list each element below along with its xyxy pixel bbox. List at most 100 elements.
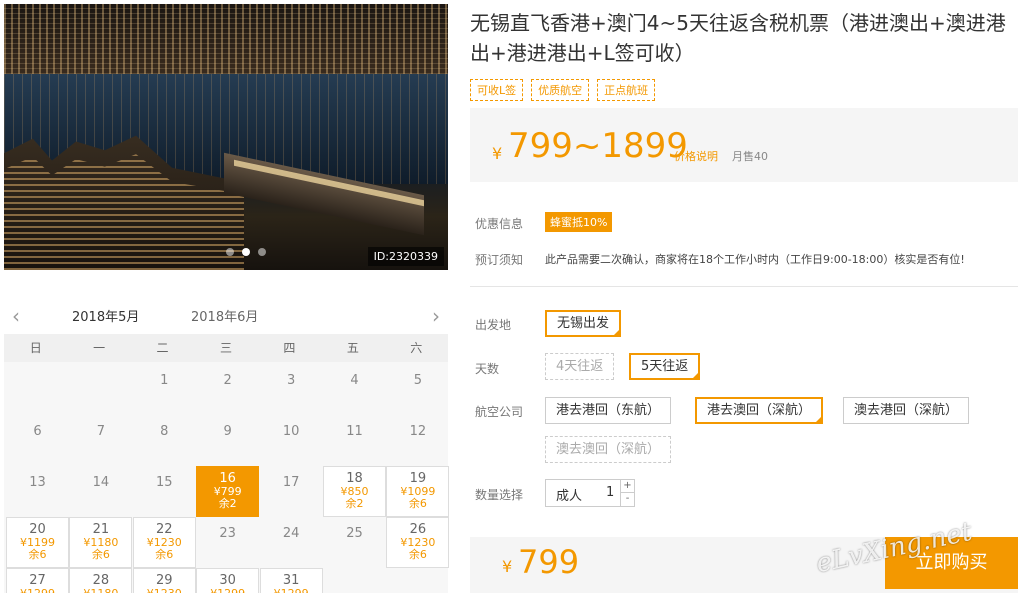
gallery-dot[interactable] — [258, 248, 266, 256]
monthly-sales: 月售40 — [732, 150, 768, 163]
product-photo[interactable]: ID:2320339 — [4, 4, 448, 270]
calendar-day-27[interactable]: 27¥1299 — [6, 568, 69, 593]
chevron-right-icon[interactable]: › — [432, 304, 440, 328]
calendar-day-2: 2 — [196, 364, 259, 415]
calendar-day-3: 3 — [260, 364, 323, 415]
calendar-day-21[interactable]: 21 ¥1180 余6 — [69, 517, 133, 568]
calendar-day-5: 5 — [386, 364, 449, 415]
calendar-day-10: 10 — [260, 415, 323, 466]
day-number: 11 — [346, 424, 363, 439]
price-explain-link[interactable]: 价格说明 — [674, 148, 718, 164]
day-remaining: 余2 — [345, 497, 364, 510]
tab-month-june[interactable]: 2018年6月 — [191, 306, 258, 325]
departure-option-wuxi[interactable]: 无锡出发 — [545, 310, 622, 337]
checkout-currency: ¥ — [502, 557, 513, 576]
calendar-day-24: 24 — [260, 517, 323, 568]
day-number: 25 — [346, 526, 363, 541]
currency-symbol: ¥ — [492, 144, 503, 163]
day-remaining: 余6 — [408, 497, 427, 510]
calendar-day-11: 11 — [323, 415, 386, 466]
day-number: 21 — [92, 522, 110, 537]
calendar-weekday-header: 日 一 二 三 四 五 六 — [4, 334, 448, 362]
calendar-grid: 1 2 3 4 5 6 7 8 9 10 11 12 13 14 15 16 ¥799 余2 17 18 ¥850 余2 1… — [4, 362, 450, 593]
calendar-day-25: 25 — [323, 517, 386, 568]
plus-icon[interactable]: + — [620, 480, 634, 493]
product-page: ID:2320339 ‹ 2018年5月 2018年6月 › 日 一 二 三 四… — [0, 0, 1023, 593]
chevron-left-icon[interactable]: ‹ — [12, 304, 20, 328]
days-option-5[interactable]: 5天往返 — [629, 353, 701, 380]
weekday-thu: 四 — [283, 341, 296, 355]
product-tags: 可收L签 优质航空 正点航班 — [470, 79, 656, 101]
calendar-day-9: 9 — [196, 415, 259, 466]
gallery-dot-active[interactable] — [242, 248, 250, 256]
day-number: 22 — [156, 522, 173, 537]
calendar-day-16[interactable]: 16 ¥799 余2 — [196, 466, 260, 517]
qty-value[interactable]: 1 — [606, 485, 614, 500]
promo-label: 优惠信息 — [475, 217, 524, 231]
day-number: 27 — [29, 573, 46, 588]
notice-text: 此产品需要二次确认，商家将在18个工作小时内（工作日9:00-18:00）核实是… — [545, 253, 965, 266]
quantity-stepper[interactable]: 成人 1 + - — [545, 479, 635, 507]
calendar-day-18[interactable]: 18 ¥850 余2 — [323, 466, 386, 517]
airline-option-mo-mo[interactable]: 澳去澳回（深航） — [545, 436, 672, 463]
day-number: 18 — [346, 471, 363, 486]
day-number: 5 — [413, 373, 423, 388]
qty-type: 成人 — [556, 489, 583, 504]
tag-l-visa: 可收L签 — [470, 79, 524, 101]
day-remaining: 余6 — [28, 548, 47, 561]
day-price: ¥1299 — [7, 588, 68, 593]
tag-on-time: 正点航班 — [597, 79, 656, 101]
day-number: 14 — [92, 475, 110, 490]
calendar-day-14: 14 — [69, 466, 132, 517]
airline-option-hk-mo[interactable]: 港去澳回（深航） — [695, 397, 824, 424]
calendar-day-20[interactable]: 20 ¥1199 余6 — [6, 517, 69, 568]
day-price: ¥1230 — [134, 588, 195, 593]
image-id-badge: ID:2320339 — [367, 247, 444, 266]
airline-option-hk-hk[interactable]: 港去港回（东航） — [545, 397, 672, 424]
product-title: 无锡直飞香港+澳门4~5天往返含税机票（港进澳出+澳进港出+港进港出+L签可收） — [470, 11, 1006, 65]
days-label: 天数 — [475, 362, 500, 376]
day-number: 13 — [29, 475, 46, 490]
day-remaining: 余6 — [155, 548, 174, 561]
day-number: 24 — [282, 526, 300, 541]
days-option-4[interactable]: 4天往返 — [545, 353, 615, 380]
day-number: 15 — [156, 475, 173, 490]
calendar-day-30[interactable]: 30¥1299 — [196, 568, 260, 593]
day-number: 31 — [282, 573, 300, 588]
calendar-day-1: 1 — [133, 364, 196, 415]
checkout-price: 799 — [518, 543, 580, 581]
weekday-sat: 六 — [410, 341, 423, 355]
day-number: 8 — [160, 424, 169, 439]
calendar-day-31[interactable]: 31¥1299 — [259, 568, 323, 593]
calendar-day-19[interactable]: 19 ¥1099 余6 — [386, 466, 450, 517]
day-number: 10 — [282, 424, 300, 439]
calendar-day-22[interactable]: 22 ¥1230 余6 — [132, 517, 196, 568]
calendar-day-15: 15 — [133, 466, 196, 517]
calendar-day-26[interactable]: 26 ¥1230 余6 — [386, 517, 450, 568]
gallery-dots — [226, 248, 266, 256]
day-number: 26 — [409, 522, 427, 537]
qty-label: 数量选择 — [475, 488, 524, 502]
calendar-day-12: 12 — [386, 415, 449, 466]
calendar-day-28[interactable]: 28¥1180 — [69, 568, 133, 593]
day-remaining: 余6 — [91, 548, 110, 561]
calendar-day-7: 7 — [69, 415, 132, 466]
calendar-day-29[interactable]: 29¥1230 — [132, 568, 196, 593]
calendar-day-8: 8 — [133, 415, 196, 466]
calendar-day-4: 4 — [323, 364, 386, 415]
day-number: 6 — [33, 424, 42, 439]
day-number: 2 — [223, 373, 232, 388]
day-number: 1 — [160, 373, 169, 388]
price-range: 799~1899 — [508, 126, 688, 166]
buy-now-button[interactable]: 立即购买 — [885, 537, 1018, 589]
weekday-fri: 五 — [346, 341, 359, 355]
notice-label: 预订须知 — [475, 253, 524, 267]
gallery-dot[interactable] — [226, 248, 234, 256]
day-number: 3 — [286, 373, 296, 388]
day-number: 7 — [96, 424, 106, 439]
minus-icon[interactable]: - — [620, 493, 634, 506]
weekday-sun: 日 — [29, 341, 42, 355]
day-remaining: 余2 — [218, 497, 237, 510]
calendar-nav: ‹ 2018年5月 2018年6月 › — [4, 298, 448, 338]
airline-option-mo-hk[interactable]: 澳去港回（深航） — [843, 397, 970, 424]
